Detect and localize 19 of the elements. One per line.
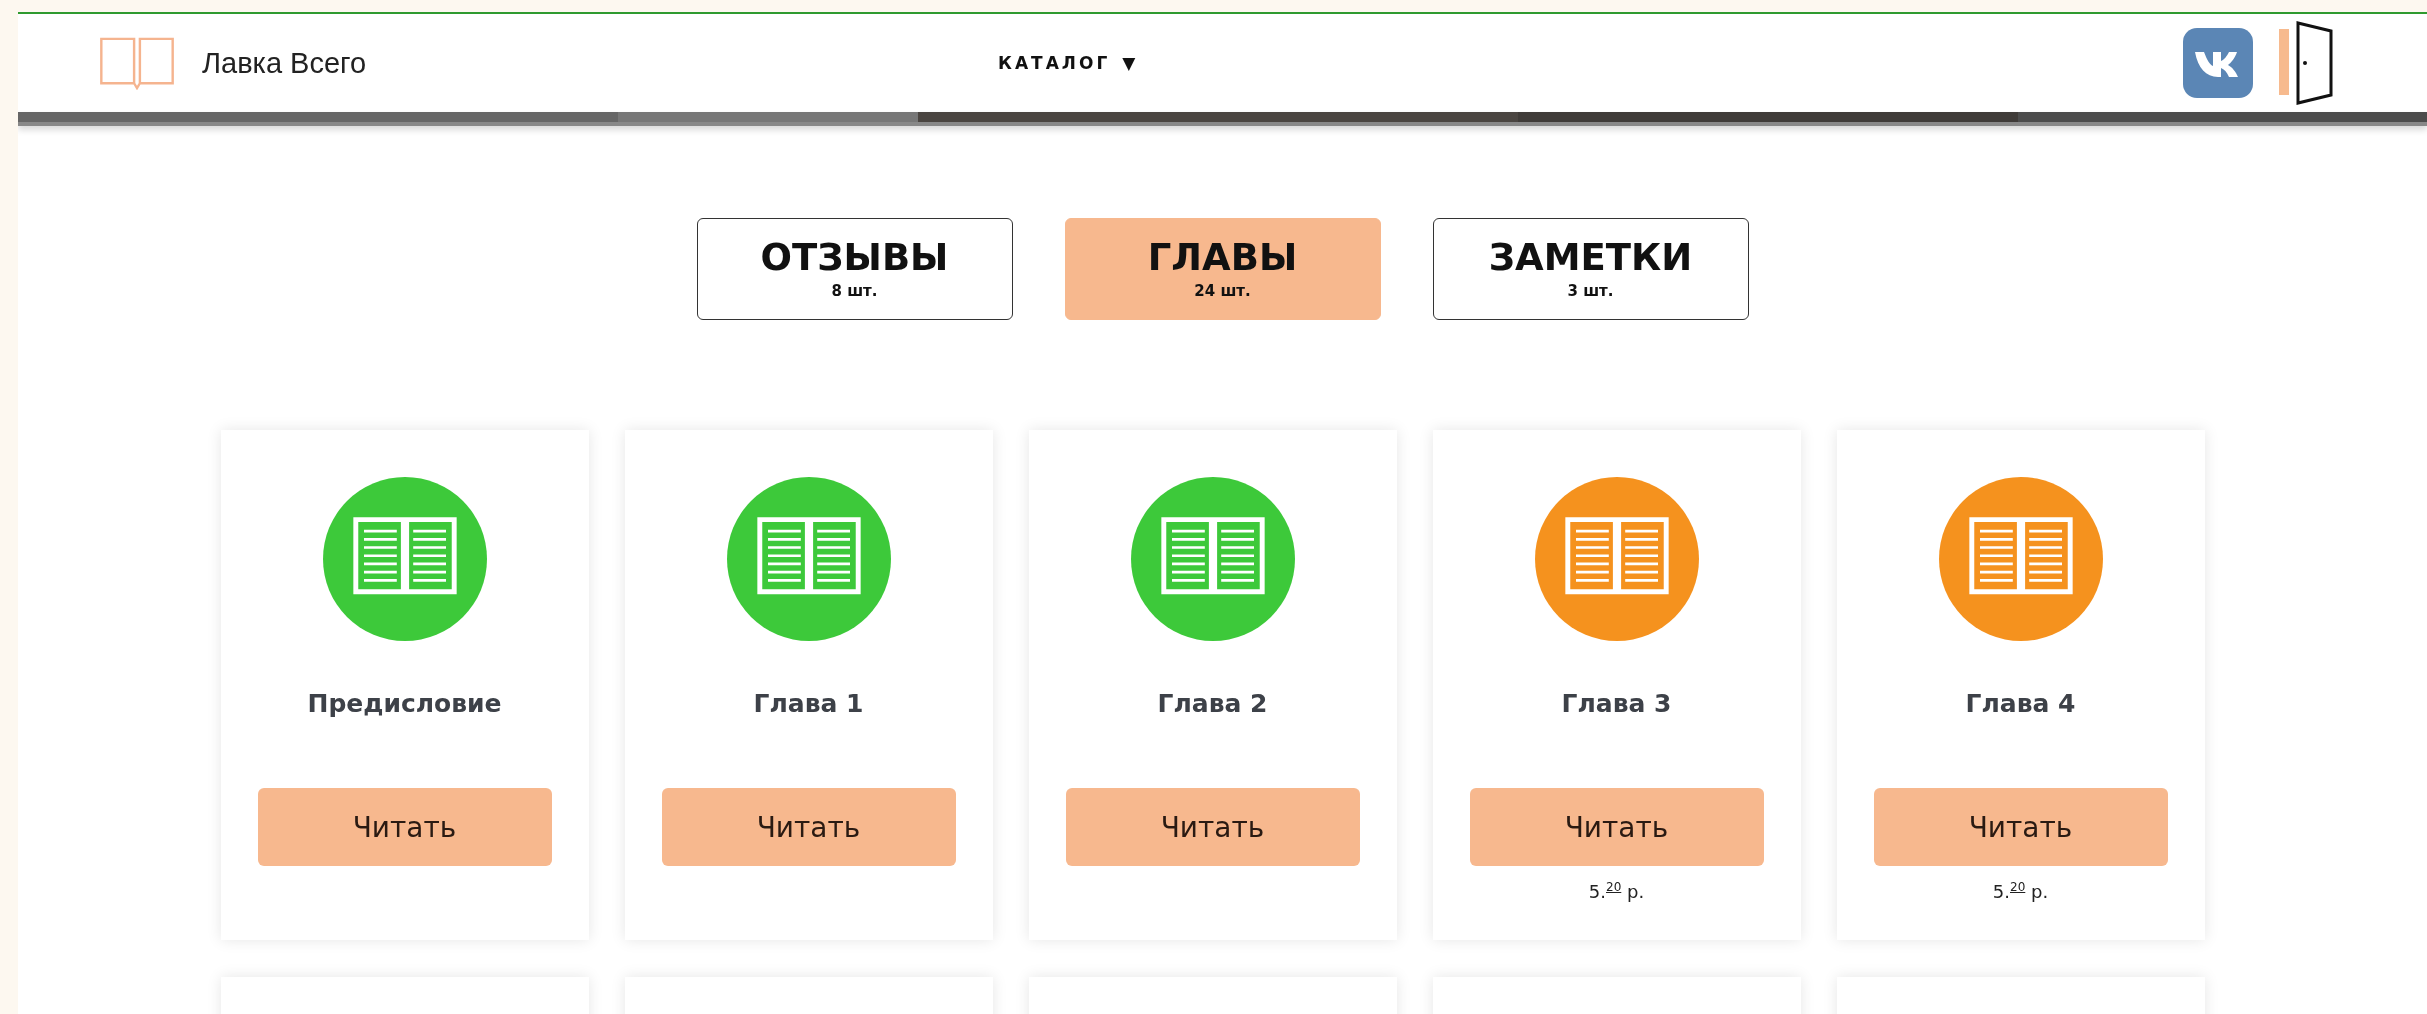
chapter-title: Глава 4 — [1965, 689, 2076, 718]
chapter-title: Глава 3 — [1561, 689, 1672, 718]
catalog-menu[interactable]: КАТАЛОГ ▼ — [998, 53, 1136, 73]
tab[interactable]: ОТЗЫВЫ 8 шт. — [696, 218, 1013, 320]
read-button[interactable]: Читать — [661, 788, 956, 866]
chapter-title: Глава 2 — [1157, 689, 1268, 718]
chapter-title: Глава 1 — [753, 689, 864, 718]
vk-icon[interactable] — [2183, 28, 2253, 98]
price: 5.$^{20}$ р. — [1588, 880, 1645, 902]
read-button[interactable]: Читать — [1065, 788, 1360, 866]
tab[interactable]: ГЛАВЫ 24 шт. — [1064, 218, 1381, 320]
price: 5.$^{20}$ р. — [1992, 880, 2049, 902]
site-name[interactable]: Лавка Всего — [202, 46, 367, 80]
read-button[interactable]: Читать — [1873, 788, 2168, 866]
read-button[interactable]: Читать — [1469, 788, 1764, 866]
read-button[interactable]: Читать — [257, 788, 552, 866]
chapter-title: Предисловие — [307, 689, 502, 718]
tab[interactable]: ЗАМЕТКИ 3 шт. — [1432, 218, 1749, 320]
book-icon — [98, 36, 176, 90]
